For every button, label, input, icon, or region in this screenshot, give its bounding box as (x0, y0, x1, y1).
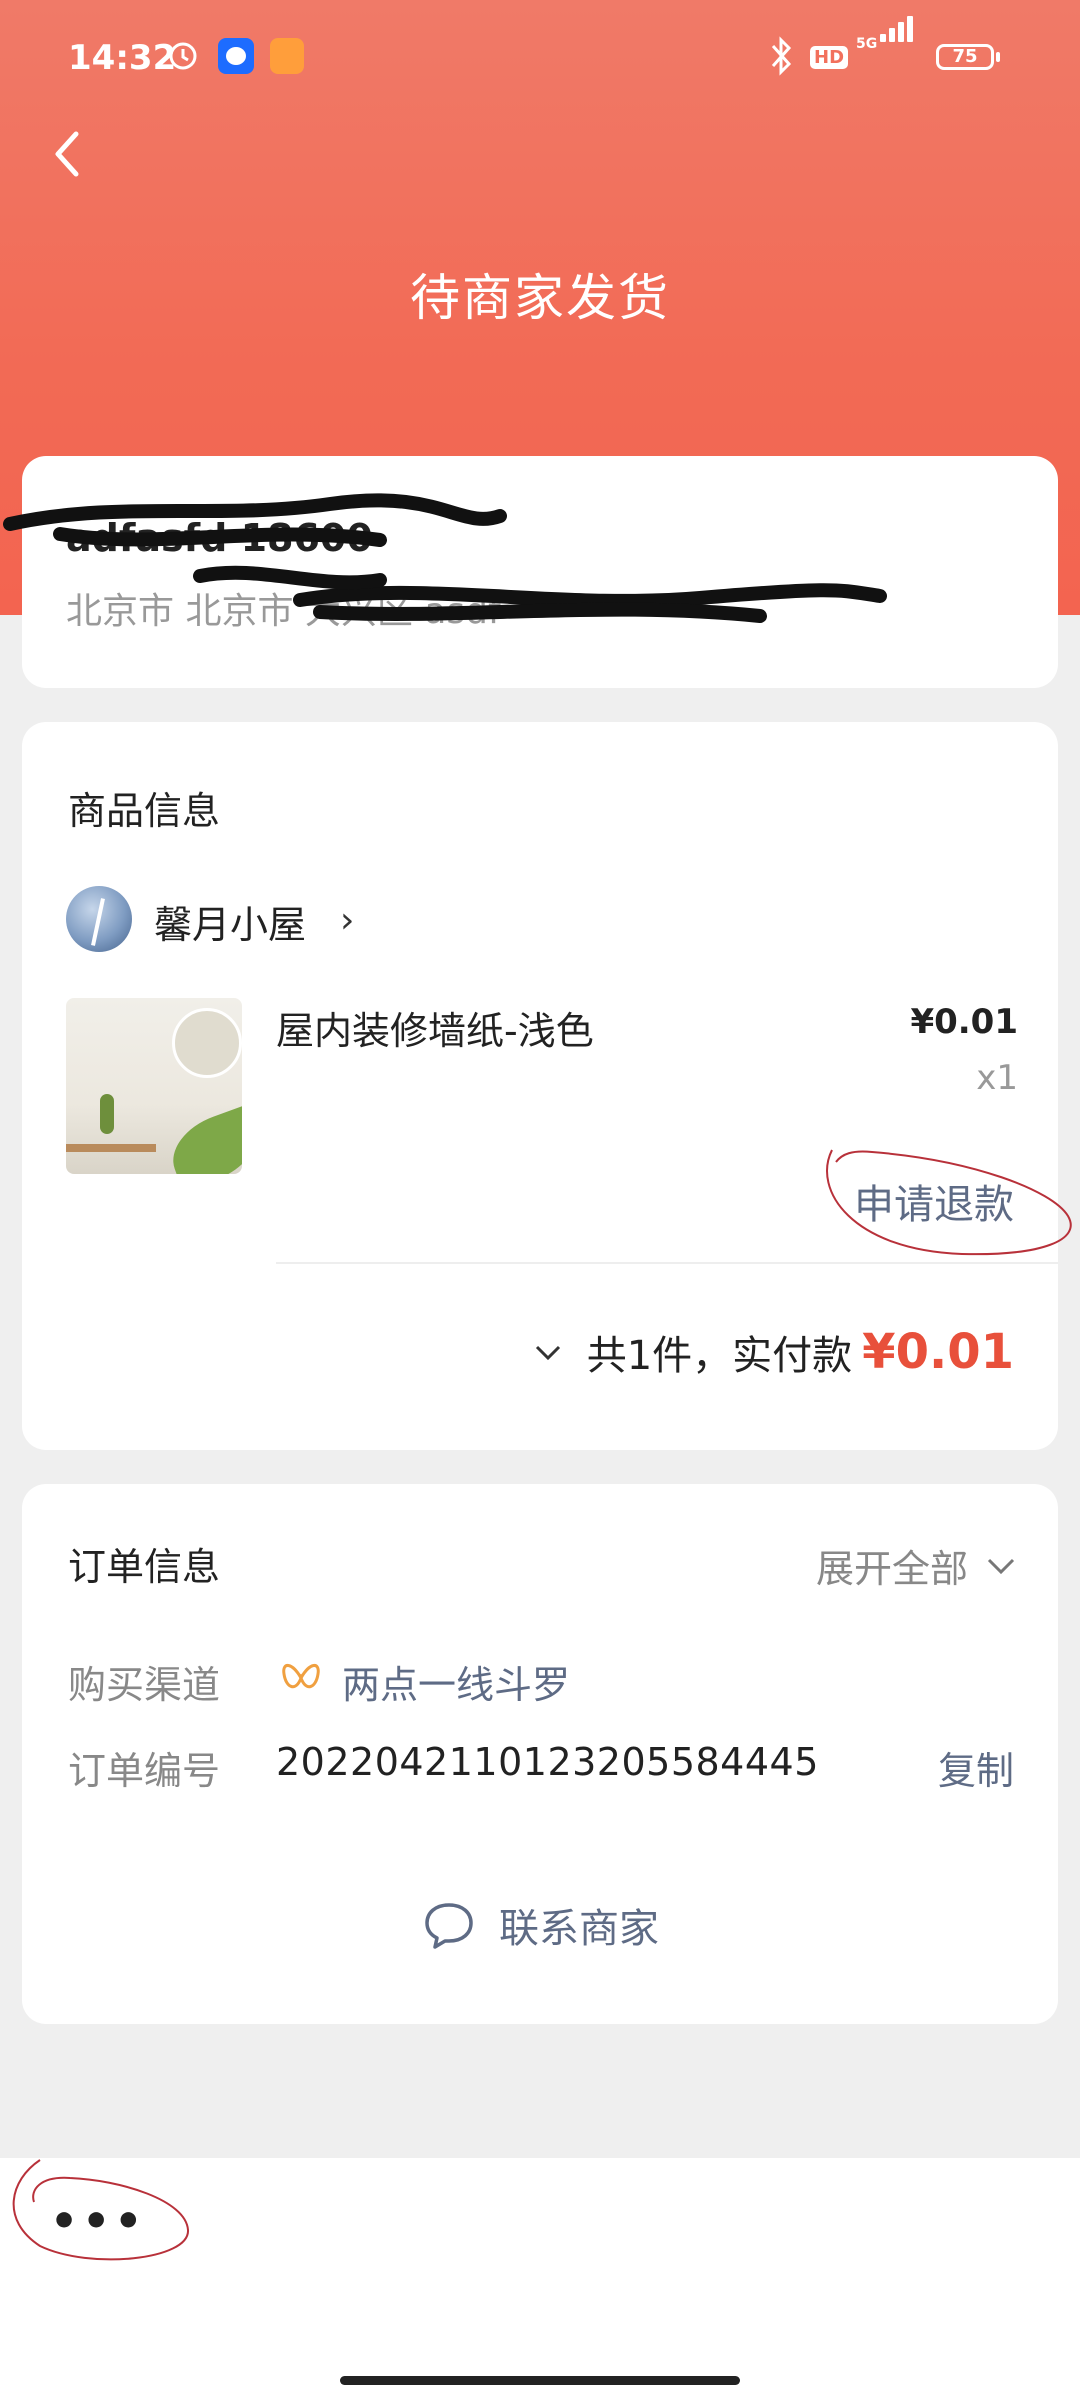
back-button[interactable] (40, 118, 100, 188)
order-number-label: 订单编号 (68, 1749, 221, 1793)
shop-name-link[interactable]: 馨月小屋 (154, 894, 306, 949)
total-label: 共1件，实付款 (586, 1333, 853, 1379)
order-number-value: 20220421101232055844​45 (276, 1740, 819, 1784)
shop-avatar[interactable] (66, 886, 132, 952)
copy-order-number-button[interactable]: 复制 (938, 1740, 1014, 1795)
order-total-row: 共1件，实付款 ¥0.01 (531, 1322, 1014, 1382)
purchase-channel-label: 购买渠道 (68, 1663, 221, 1707)
product-price: ¥0.01 (910, 1002, 1018, 1042)
status-bar: 14:32 HD 5G 75 (0, 0, 1080, 115)
contact-merchant-button[interactable]: 联系商家 (22, 1896, 1058, 1954)
alarm-icon (169, 42, 197, 70)
chat-bubble-icon (425, 1903, 473, 1949)
chevron-down-icon[interactable] (531, 1335, 565, 1369)
product-image[interactable] (66, 998, 242, 1174)
battery-icon: 75 (936, 44, 1000, 70)
product-name[interactable]: 屋内装修墙纸-浅色 (276, 1000, 594, 1055)
app-notification-icon (218, 38, 254, 74)
expand-all-button[interactable]: 展开全部 (816, 1538, 1018, 1593)
bluetooth-icon (771, 36, 792, 76)
contact-merchant-label: 联系商家 (499, 1906, 659, 1952)
product-info-card: 商品信息 馨月小屋 › 屋内装修墙纸-浅色 ¥0.01 x1 申请退款 共1件，… (22, 722, 1058, 1450)
annotation-circle (826, 1149, 1072, 1256)
page-title: 待商家发货 (410, 269, 670, 327)
order-section-title: 订单信息 (68, 1545, 221, 1589)
home-indicator[interactable] (340, 2376, 740, 2385)
expand-all-label: 展开全部 (815, 1547, 968, 1591)
product-section-title: 商品信息 (68, 789, 221, 833)
hd-badge: HD (810, 46, 849, 69)
total-amount: ¥0.01 (862, 1324, 1014, 1380)
status-time: 14:32 (68, 38, 177, 78)
redaction-scribble (3, 493, 887, 623)
shop-notification-icon (270, 38, 304, 74)
network-type: 5G (856, 36, 878, 52)
purchase-channel-value[interactable]: 两点一线斗罗 (342, 1654, 570, 1709)
channel-logo-icon (282, 1664, 320, 1689)
chevron-down-icon (987, 1558, 1015, 1574)
order-info-card: 订单信息 展开全部 购买渠道 两点一线斗罗 订单编号 2022042110123… (22, 1484, 1058, 2024)
product-quantity: x1 (976, 1058, 1018, 1098)
annotation-circle (12, 2159, 190, 2261)
chevron-right-icon[interactable]: › (340, 900, 354, 941)
